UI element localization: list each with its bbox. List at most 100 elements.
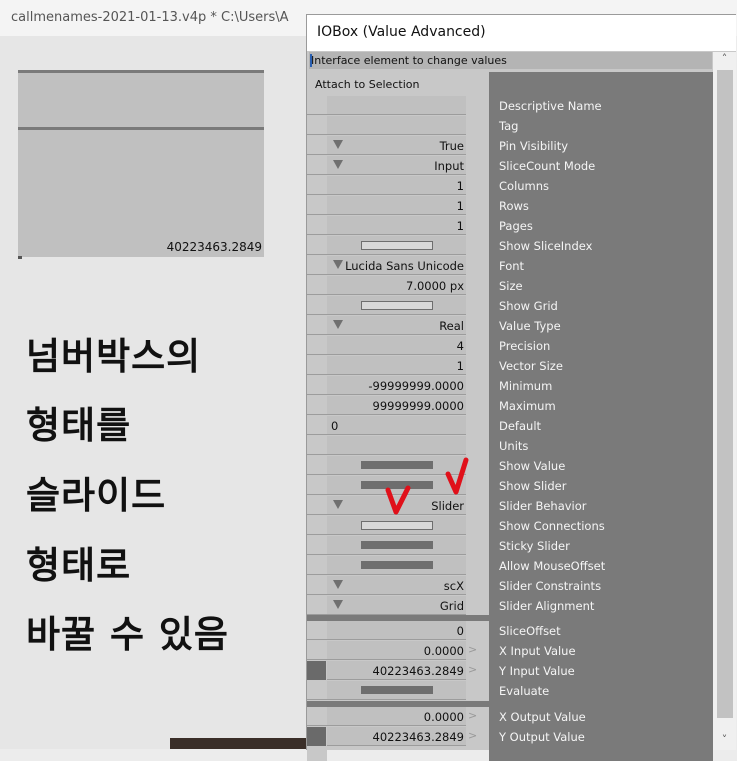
annotation-line-4: 형태로 xyxy=(26,544,132,587)
toggle-off[interactable] xyxy=(361,301,433,310)
dropdown-arrow-icon[interactable] xyxy=(333,160,343,169)
pin-value-cell[interactable]: -99999999.0000 xyxy=(327,376,466,395)
pin-value-cell[interactable]: 4 xyxy=(327,336,466,355)
pin-value-cell[interactable]: 99999999.0000 xyxy=(327,396,466,415)
connected-pin-marker xyxy=(307,727,326,746)
toggle-off[interactable] xyxy=(361,241,433,250)
pin-label: Y Output Value xyxy=(499,730,585,744)
numberbox-value: 40223463.2849 xyxy=(166,240,262,254)
pin-value-cell[interactable]: 1 xyxy=(327,356,466,375)
pin-value-cell[interactable] xyxy=(327,116,466,135)
pin-value-cell[interactable]: True xyxy=(327,136,466,155)
pin-value-cell[interactable]: 40223463.2849 xyxy=(327,661,466,680)
pin-row-show-value[interactable]: Show Value xyxy=(307,456,713,475)
scroll-up-icon[interactable]: ˄ xyxy=(713,52,736,69)
toggle-on[interactable] xyxy=(361,561,433,569)
pin-value-cell[interactable] xyxy=(327,536,466,555)
pin-row-tag[interactable]: Tag xyxy=(307,116,713,135)
pin-label: Value Type xyxy=(499,319,561,333)
pin-row-evaluate[interactable]: Evaluate xyxy=(307,681,713,700)
pin-row-pages[interactable]: 1 Pages xyxy=(307,216,713,235)
pin-value-cell[interactable]: scX xyxy=(327,576,466,595)
pin-row-slider-alignment[interactable]: Grid Slider Alignment xyxy=(307,596,713,615)
pin-row-y-input-value[interactable]: 40223463.2849 > Y Input Value xyxy=(307,661,713,680)
scroll-down-icon[interactable]: ˅ xyxy=(713,733,736,750)
pin-row-units[interactable]: Units xyxy=(307,436,713,455)
pin-value-cell[interactable] xyxy=(327,296,466,315)
chevron-right-icon: > xyxy=(468,643,478,656)
pin-label: Slider Behavior xyxy=(499,499,587,513)
pin-row-sticky-slider[interactable]: Sticky Slider xyxy=(307,536,713,555)
pin-row-allow-mouseoffset[interactable]: Allow MouseOffset xyxy=(307,556,713,575)
pin-label: Show Grid xyxy=(499,299,558,313)
pin-value-cell[interactable]: 0.0000 xyxy=(327,641,466,660)
pin-label: Slider Alignment xyxy=(499,599,595,613)
annotation-line-1: 넘버박스의 xyxy=(26,335,202,378)
pin-value-cell[interactable]: 7.0000 px xyxy=(327,276,466,295)
pin-value-cell[interactable]: 0.0000 xyxy=(327,707,466,726)
dropdown-arrow-icon[interactable] xyxy=(333,260,343,269)
pin-row-slicecount-mode[interactable]: Input SliceCount Mode xyxy=(307,156,713,175)
toggle-on[interactable] xyxy=(361,686,433,694)
pin-value-cell[interactable] xyxy=(327,556,466,575)
pin-value-cell[interactable]: Grid xyxy=(327,596,466,615)
pin-value-cell[interactable] xyxy=(327,236,466,255)
background-image-fragment xyxy=(170,738,307,749)
pin-value-cell[interactable]: Real xyxy=(327,316,466,335)
pin-row-show-grid[interactable]: Show Grid xyxy=(307,296,713,315)
numberbox-output-pin[interactable] xyxy=(18,256,22,259)
pin-row-font[interactable]: Lucida Sans Unicode Font xyxy=(307,256,713,275)
dropdown-arrow-icon[interactable] xyxy=(333,600,343,609)
inspector-window: IOBox (Value Advanced) Interface element… xyxy=(306,14,736,761)
pin-value-cell[interactable]: 40223463.2849 xyxy=(327,727,466,746)
pin-row-precision[interactable]: 4 Precision xyxy=(307,336,713,355)
pin-row-x-output-value[interactable]: 0.0000 > X Output Value xyxy=(307,707,713,726)
pin-label: X Output Value xyxy=(499,710,586,724)
pin-value-cell[interactable] xyxy=(327,96,466,115)
pin-row-show-connections[interactable]: Show Connections xyxy=(307,516,713,535)
pin-row-x-input-value[interactable]: 0.0000 > X Input Value xyxy=(307,641,713,660)
attach-to-selection-toggle[interactable]: Attach to Selection xyxy=(315,78,419,91)
pin-row-vector-size[interactable]: 1 Vector Size xyxy=(307,356,713,375)
numberbox-node[interactable]: 40223463.2849 xyxy=(18,70,264,259)
pin-label: Size xyxy=(499,279,523,293)
pin-row-columns[interactable]: 1 Columns xyxy=(307,176,713,195)
toggle-on[interactable] xyxy=(361,541,433,549)
pin-row-sliceoffset[interactable]: 0 SliceOffset xyxy=(307,621,713,640)
dropdown-arrow-icon[interactable] xyxy=(333,320,343,329)
pin-value-cell[interactable]: 1 xyxy=(327,216,466,235)
chevron-right-icon: > xyxy=(468,709,478,722)
pin-row-descriptive-name[interactable]: Descriptive Name xyxy=(307,96,713,115)
patch-title: callmenames-2021-01-13.v4p * C:\Users\A xyxy=(11,10,289,25)
pin-row-pin-visibility[interactable]: True Pin Visibility xyxy=(307,136,713,155)
pin-row-minimum[interactable]: -99999999.0000 Minimum xyxy=(307,376,713,395)
pin-value-cell[interactable]: 0 xyxy=(327,416,466,435)
pin-value-cell[interactable]: 0 xyxy=(327,621,466,640)
pin-value-cell[interactable] xyxy=(327,681,466,700)
inspector-help-text: Interface element to change values xyxy=(311,54,507,67)
pin-row-show-slider[interactable]: Show Slider xyxy=(307,476,713,495)
pin-row-y-output-value[interactable]: 40223463.2849 > Y Output Value xyxy=(307,727,713,746)
dropdown-arrow-icon[interactable] xyxy=(333,140,343,149)
scrollbar-thumb[interactable] xyxy=(717,70,733,718)
pin-label: Show Connections xyxy=(499,519,605,533)
connected-pin-marker xyxy=(307,661,326,680)
pin-value-cell[interactable]: Input xyxy=(327,156,466,175)
pin-row-rows[interactable]: 1 Rows xyxy=(307,196,713,215)
pin-row-show-sliceindex[interactable]: Show SliceIndex xyxy=(307,236,713,255)
pin-label: Vector Size xyxy=(499,359,563,373)
pin-value-cell[interactable]: 1 xyxy=(327,196,466,215)
pin-value-cell[interactable]: 1 xyxy=(327,176,466,195)
pin-value-cell[interactable]: Lucida Sans Unicode xyxy=(327,256,466,275)
pin-row-size[interactable]: 7.0000 px Size xyxy=(307,276,713,295)
pin-row-slider-constraints[interactable]: scX Slider Constraints xyxy=(307,576,713,595)
pin-row-default[interactable]: 0 Default xyxy=(307,416,713,435)
pin-row-slider-behavior[interactable]: Slider Slider Behavior xyxy=(307,496,713,515)
dropdown-arrow-icon[interactable] xyxy=(333,500,343,509)
pin-row-maximum[interactable]: 99999999.0000 Maximum xyxy=(307,396,713,415)
inspector-scrollbar[interactable]: ˄ ˅ xyxy=(713,52,736,750)
inspector-titlebar[interactable]: IOBox (Value Advanced) xyxy=(307,15,736,51)
pin-row-value-type[interactable]: Real Value Type xyxy=(307,316,713,335)
dropdown-arrow-icon[interactable] xyxy=(333,580,343,589)
pin-label: Y Input Value xyxy=(499,664,575,678)
